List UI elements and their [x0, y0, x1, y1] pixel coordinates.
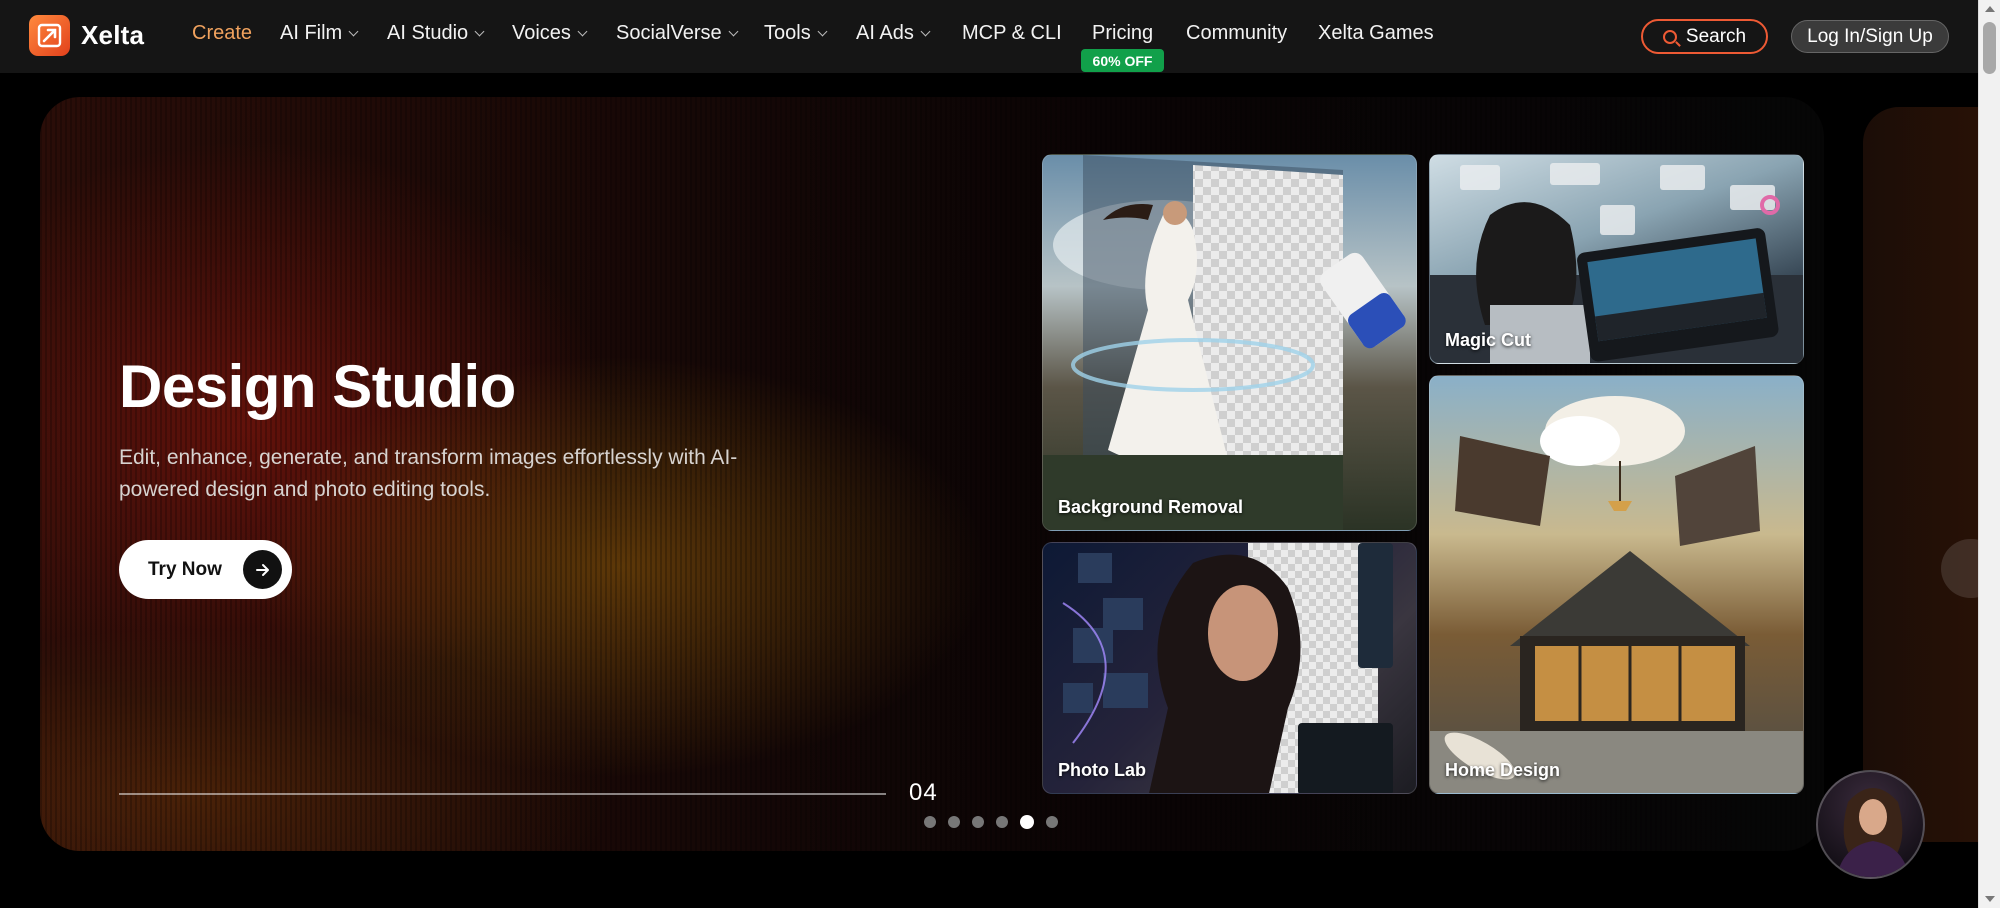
top-navigation-bar: Xelta Create AI Film AI Studio Voices So…: [0, 0, 1978, 73]
nav-item-ai-studio[interactable]: AI Studio: [387, 22, 485, 45]
logo-icon: [29, 15, 70, 56]
tile-label: Background Removal: [1058, 497, 1244, 517]
carousel-dot[interactable]: [972, 816, 984, 828]
search-button-label: Search: [1685, 25, 1747, 47]
login-signup-button[interactable]: Log In/Sign Up: [1791, 20, 1949, 53]
carousel-dot[interactable]: [924, 816, 936, 828]
home-design-artwork: [1430, 396, 1803, 793]
scroll-up-arrow-icon[interactable]: [1985, 6, 1995, 12]
nav-item-label: Tools: [764, 22, 811, 44]
nav-item-label: Xelta Games: [1318, 22, 1434, 44]
slide-progress-bar: [119, 793, 886, 795]
nav-item-xelta-games[interactable]: Xelta Games: [1318, 22, 1434, 45]
tile-photo-lab[interactable]: Photo Lab: [1042, 542, 1417, 794]
scrollbar-thumb[interactable]: [1983, 22, 1996, 74]
carousel-dot[interactable]: [948, 816, 960, 828]
carousel-dot[interactable]: [996, 816, 1008, 828]
brand[interactable]: Xelta: [29, 15, 144, 56]
nav-item-label: MCP & CLI: [962, 22, 1062, 44]
pricing-discount-badge: 60% OFF: [1081, 49, 1164, 72]
nav-item-create[interactable]: Create: [192, 22, 252, 45]
page-scrollbar[interactable]: [1978, 0, 2000, 908]
try-now-label: Try Now: [148, 558, 222, 580]
nav-item-label: AI Ads: [856, 22, 914, 44]
tile-label: Magic Cut: [1445, 330, 1532, 350]
nav-item-label: AI Studio: [387, 22, 469, 44]
tile-label: Photo Lab: [1058, 760, 1146, 780]
tile-label: Home Design: [1445, 760, 1561, 780]
tile-home-design[interactable]: Home Design: [1429, 375, 1804, 794]
login-signup-label: Log In/Sign Up: [1807, 25, 1933, 47]
nav-item-socialverse[interactable]: SocialVerse: [616, 22, 739, 45]
photo-lab-artwork: [1062, 543, 1393, 793]
nav-item-label: Pricing: [1092, 22, 1154, 44]
assistant-avatar[interactable]: [1816, 770, 1925, 879]
carousel-dot[interactable]: [1046, 816, 1058, 828]
chevron-down-icon: [348, 26, 359, 36]
nav-item-ai-film[interactable]: AI Film: [280, 22, 359, 45]
nav-item-ai-ads[interactable]: AI Ads: [856, 22, 931, 45]
brand-name: Xelta: [81, 20, 145, 50]
hero-title: Design Studio: [119, 353, 516, 420]
nav-item-pricing[interactable]: Pricing: [1092, 22, 1153, 45]
chevron-down-icon: [817, 26, 828, 36]
carousel-dot-active[interactable]: [1020, 815, 1034, 829]
search-icon: [1662, 29, 1677, 44]
chevron-down-icon: [920, 26, 931, 36]
tile-background-removal[interactable]: Background Removal: [1042, 154, 1417, 531]
nav-item-label: Community: [1186, 22, 1288, 44]
hero-description: Edit, enhance, generate, and transform i…: [119, 446, 738, 501]
chevron-down-icon: [474, 26, 485, 36]
nav-item-mcp-cli[interactable]: MCP & CLI: [962, 22, 1062, 45]
nav-item-label: Create: [192, 22, 253, 44]
nav-item-voices[interactable]: Voices: [512, 22, 588, 45]
nav-item-label: SocialVerse: [616, 22, 722, 44]
tile-magic-cut[interactable]: Magic Cut: [1429, 154, 1804, 364]
nav-item-tools[interactable]: Tools: [764, 22, 828, 45]
nav-item-label: Voices: [512, 22, 571, 44]
carousel-pagination: [924, 815, 1070, 829]
arrow-right-icon: [243, 550, 282, 589]
nav-item-community[interactable]: Community: [1186, 22, 1287, 45]
chevron-down-icon: [728, 26, 739, 36]
nav-item-label: AI Film: [280, 22, 343, 44]
assistant-portrait-icon: [1836, 788, 1910, 877]
scroll-down-arrow-icon[interactable]: [1985, 896, 1995, 902]
search-button[interactable]: Search: [1641, 19, 1768, 54]
try-now-button[interactable]: Try Now: [119, 540, 292, 599]
slide-number: 04: [909, 779, 938, 806]
background-removal-artwork: [1043, 155, 1406, 530]
chevron-down-icon: [577, 26, 588, 36]
